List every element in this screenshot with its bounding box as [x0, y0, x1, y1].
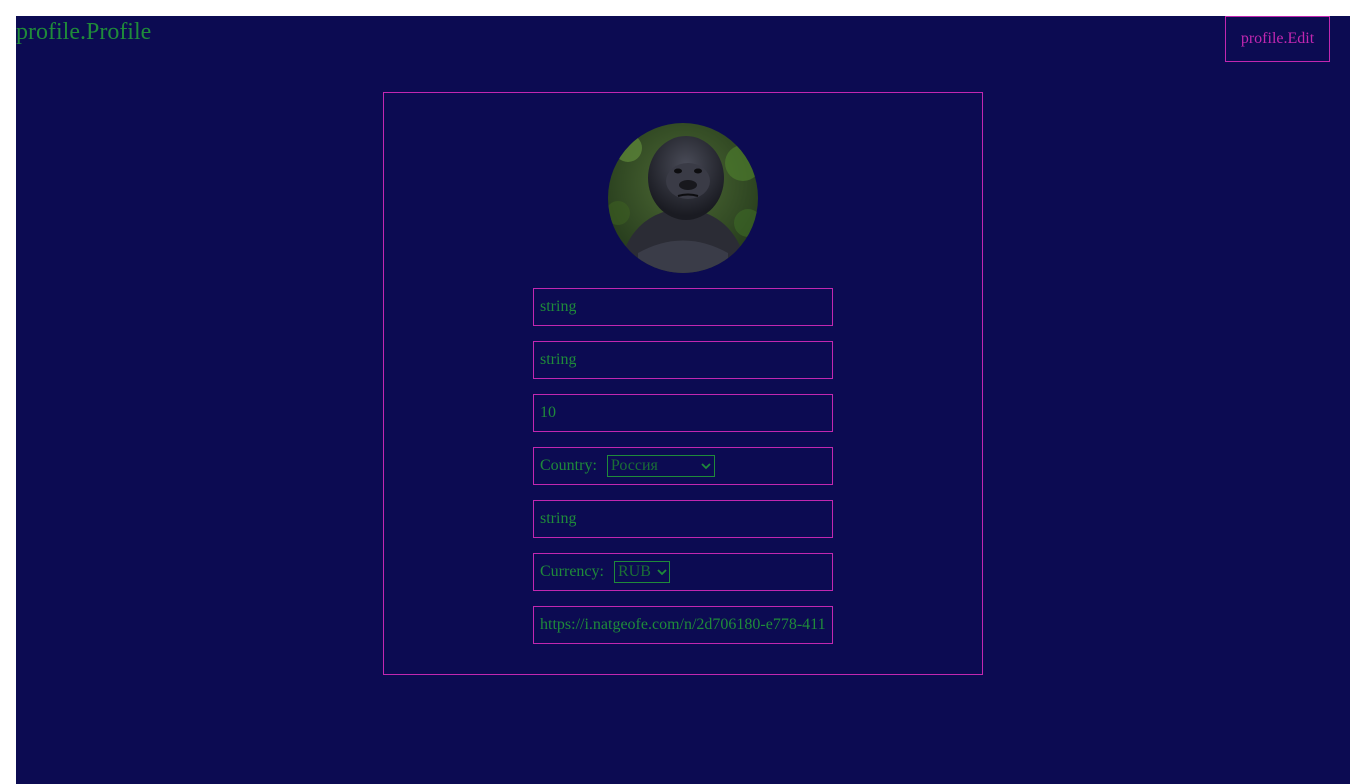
city-field[interactable]: string	[533, 500, 833, 538]
currency-select[interactable]: RUB	[613, 561, 670, 583]
currency-field: Currency: RUB	[533, 553, 833, 591]
avatar-url-field[interactable]: https://i.natgeofe.com/n/2d706180-e778-4…	[533, 606, 833, 644]
first-name-field[interactable]: string	[533, 288, 833, 326]
chevron-down-icon	[701, 457, 711, 475]
country-select[interactable]: Россия	[606, 455, 715, 477]
country-field: Country: Россия	[533, 447, 833, 485]
edit-button[interactable]: profile.Edit	[1225, 16, 1330, 62]
page-title: profile.Profile	[16, 19, 152, 45]
avatar	[608, 123, 758, 273]
chevron-down-icon	[657, 563, 667, 581]
currency-label: Currency:	[540, 563, 604, 580]
last-name-field[interactable]: string	[533, 341, 833, 379]
profile-card: string string 10 Country: Россия string …	[383, 92, 983, 675]
profile-page: profile.Profile profile.Edit string stri…	[16, 16, 1350, 784]
country-label: Country:	[540, 457, 597, 474]
age-field[interactable]: 10	[533, 394, 833, 432]
